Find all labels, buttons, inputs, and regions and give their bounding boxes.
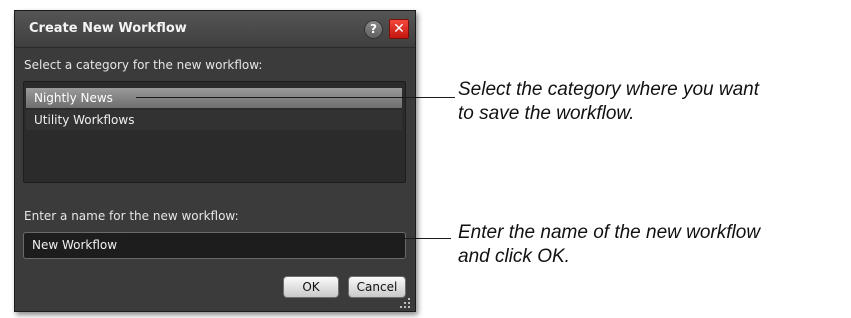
resize-grip-icon[interactable] (399, 298, 411, 310)
category-leader-line (136, 97, 455, 98)
name-leader-line (132, 238, 451, 239)
create-workflow-dialog: Create New Workflow ? ✕ Select a categor… (14, 10, 416, 312)
category-annotation: Select the category where you want to sa… (458, 78, 759, 126)
category-annotation-line1: Select the category where you want (458, 79, 760, 100)
name-annotation: Enter the name of the new workflow and c… (458, 221, 760, 269)
name-annotation-line1: Enter the name of the new workflow (458, 222, 761, 243)
category-label: Select a category for the new workflow: (24, 58, 263, 72)
help-icon[interactable]: ? (364, 20, 383, 39)
ok-button[interactable]: OK (283, 276, 339, 298)
dialog-title: Create New Workflow (29, 21, 187, 36)
cancel-button[interactable]: Cancel (348, 276, 406, 298)
name-label: Enter a name for the new workflow: (24, 209, 239, 223)
list-item-utility-workflows[interactable]: Utility Workflows (26, 110, 402, 130)
close-icon[interactable]: ✕ (389, 19, 409, 39)
name-annotation-line2: and click OK. (458, 246, 570, 267)
category-annotation-line2: to save the workflow. (458, 103, 635, 124)
workflow-name-input[interactable]: New Workflow (23, 232, 406, 259)
dialog-titlebar[interactable]: Create New Workflow ? ✕ (15, 11, 415, 48)
list-item-nightly-news[interactable]: Nightly News (26, 88, 402, 108)
